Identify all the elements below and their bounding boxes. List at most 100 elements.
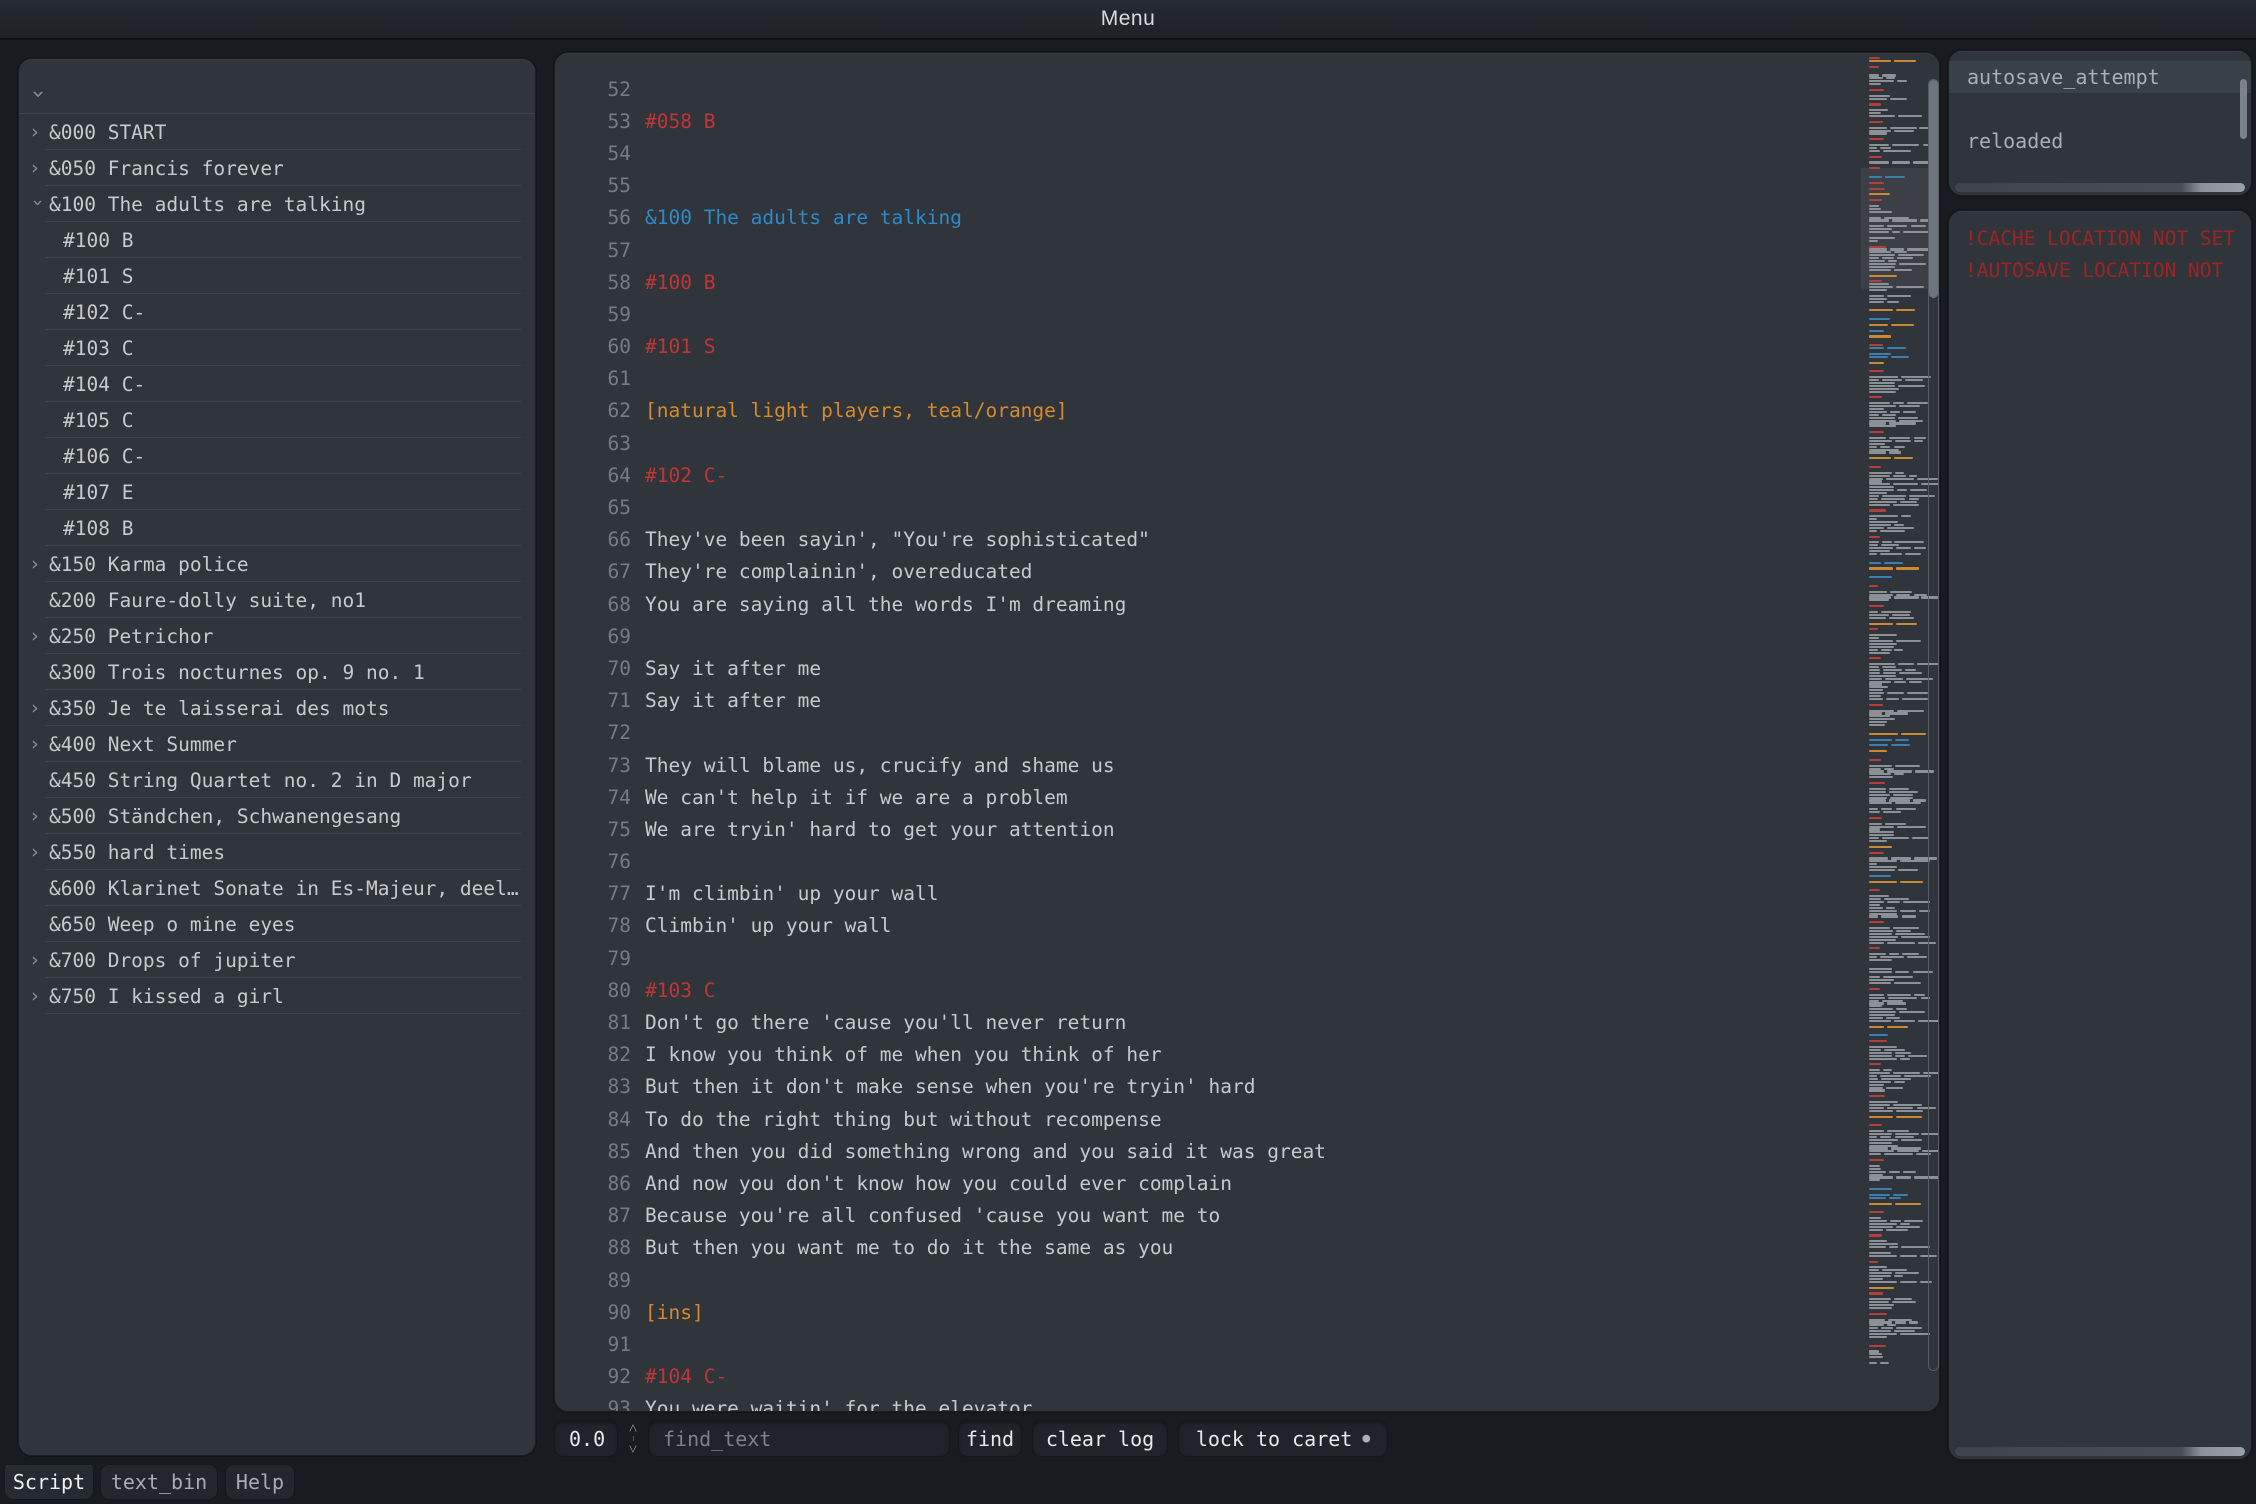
editor-line[interactable]: 76 [555,846,1939,878]
tree-item[interactable]: #100 B [19,222,535,258]
editor-line[interactable]: 60#101 S [555,331,1939,363]
editor-line[interactable]: 88But then you want me to do it the same… [555,1232,1939,1264]
clear-log-button[interactable]: clear log [1032,1420,1168,1457]
chevron-right-icon[interactable]: › [29,157,47,179]
editor-line[interactable]: 65 [555,491,1939,523]
log-line[interactable]: autosave_attempt [1949,61,2251,93]
editor-line[interactable]: 80#103 C [555,974,1939,1006]
stepper-up-icon[interactable]: ˄ [629,1421,637,1435]
tab-text-bin[interactable]: text_bin [100,1464,218,1500]
editor-line[interactable]: 84To do the right thing but without reco… [555,1103,1939,1135]
tree-item[interactable]: #106 C- [19,438,535,474]
script-editor-panel[interactable]: 5253#058 B545556&100 The adults are talk… [554,52,1940,1412]
editor-line[interactable]: 59 [555,298,1939,330]
editor-line[interactable]: 63 [555,427,1939,459]
tree-item[interactable]: #103 C [19,330,535,366]
editor-line[interactable]: 69 [555,620,1939,652]
chevron-down-icon[interactable]: › [27,87,49,100]
chevron-right-icon[interactable]: › [29,733,47,755]
editor-line[interactable]: 73They will blame us, crucify and shame … [555,749,1939,781]
tree-item[interactable]: ›&050 Francis forever [19,150,535,186]
stepper-down-icon[interactable]: ˅ [629,1442,637,1456]
tab-script[interactable]: Script [4,1464,94,1500]
chevron-right-icon[interactable]: › [29,553,47,575]
editor-line[interactable]: 66They've been sayin', "You're sophistic… [555,524,1939,556]
tree-item[interactable]: ›&400 Next Summer [19,726,535,762]
editor-line[interactable]: 79 [555,942,1939,974]
tree-item[interactable]: ›&500 Ständchen, Schwanengesang [19,798,535,834]
chevron-right-icon[interactable]: › [29,697,47,719]
editor-line[interactable]: 93You were waitin' for the elevator [555,1393,1939,1412]
editor-line[interactable]: 68You are saying all the words I'm dream… [555,588,1939,620]
tree-item[interactable]: &450 String Quartet no. 2 in D major [19,762,535,798]
editor-line[interactable]: 71Say it after me [555,685,1939,717]
find-button[interactable]: find [958,1420,1022,1457]
editor-line[interactable]: 52 [555,73,1939,105]
tree-item[interactable]: #105 C [19,402,535,438]
editor-line[interactable]: 86And now you don't know how you could e… [555,1167,1939,1199]
editor-line[interactable]: 67They're complainin', overeducated [555,556,1939,588]
number-stepper[interactable]: ˄ ˅ [621,1420,645,1457]
editor-line[interactable]: 77I'm climbin' up your wall [555,878,1939,910]
editor-line[interactable]: 75We are tryin' hard to get your attenti… [555,813,1939,845]
editor-line[interactable]: 70Say it after me [555,652,1939,684]
editor-line[interactable]: 55 [555,170,1939,202]
tree-item[interactable]: #107 E [19,474,535,510]
editor-line[interactable]: 90[ins] [555,1296,1939,1328]
editor-scrollbar[interactable] [1928,79,1939,1371]
editor-line[interactable]: 83But then it don't make sense when you'… [555,1071,1939,1103]
editor-line[interactable]: 56&100 The adults are talking [555,202,1939,234]
editor-line[interactable]: 92#104 C- [555,1361,1939,1393]
chevron-right-icon[interactable]: › [29,625,47,647]
log-line[interactable]: reloaded [1949,125,2251,157]
editor-line[interactable]: 58#100 B [555,266,1939,298]
chevron-right-icon[interactable]: › [29,949,47,971]
editor-line[interactable]: 91 [555,1328,1939,1360]
editor-line[interactable]: 57 [555,234,1939,266]
editor-line[interactable]: 74We can't help it if we are a problem [555,781,1939,813]
number-stepper-value[interactable]: 0.0 [554,1420,618,1457]
editor-line[interactable]: 82I know you think of me when you think … [555,1039,1939,1071]
warning-horizontal-scrollbar[interactable] [1955,1447,2245,1456]
log-line[interactable] [1949,93,2251,125]
editor-line[interactable]: 85And then you did something wrong and y… [555,1135,1939,1167]
editor-line[interactable]: 62[natural light players, teal/orange] [555,395,1939,427]
tree-item[interactable]: ›&550 hard times [19,834,535,870]
chevron-down-icon[interactable]: › [27,197,49,215]
scrollbar-thumb[interactable] [1929,80,1938,298]
log-horizontal-scrollbar[interactable] [1955,183,2245,192]
editor-line[interactable]: 81Don't go there 'cause you'll never ret… [555,1006,1939,1038]
tree-item[interactable]: #102 C- [19,294,535,330]
chevron-right-icon[interactable]: › [29,985,47,1007]
editor-line[interactable]: 89 [555,1264,1939,1296]
tree-item[interactable]: ›&100 The adults are talking [19,186,535,222]
tree-item[interactable]: ›&750 I kissed a girl [19,978,535,1014]
log-vertical-scrollbar[interactable] [2240,79,2247,139]
minimap[interactable] [1867,53,1931,1411]
tree-item[interactable]: #101 S [19,258,535,294]
lock-to-caret-button[interactable]: lock to caret ● [1178,1420,1388,1457]
tree-item[interactable]: &600 Klarinet Sonate in Es-Majeur, deel… [19,870,535,906]
tree-item[interactable]: &200 Faure-dolly suite, no1 [19,582,535,618]
tab-help[interactable]: Help [225,1464,295,1500]
tree-item[interactable]: ›&700 Drops of jupiter [19,942,535,978]
editor-line[interactable]: 87Because you're all confused 'cause you… [555,1200,1939,1232]
editor-line[interactable]: 72 [555,717,1939,749]
find-input[interactable]: find_text [648,1420,950,1457]
editor-line[interactable]: 78Climbin' up your wall [555,910,1939,942]
chevron-right-icon[interactable]: › [29,121,47,143]
editor-line[interactable]: 64#102 C- [555,459,1939,491]
tree-item[interactable]: ›&250 Petrichor [19,618,535,654]
chevron-right-icon[interactable]: › [29,841,47,863]
menu-bar[interactable]: Menu [0,0,2256,40]
editor-line[interactable]: 61 [555,363,1939,395]
tree-item[interactable]: #108 B [19,510,535,546]
tree-item[interactable]: ›&150 Karma police [19,546,535,582]
tree-item[interactable]: ›&000 START [19,114,535,150]
editor-line[interactable]: 53#058 B [555,105,1939,137]
tree-item[interactable]: ›&350 Je te laisserai des mots [19,690,535,726]
tree-item[interactable]: &650 Weep o mine eyes [19,906,535,942]
chevron-right-icon[interactable]: › [29,805,47,827]
editor-lines[interactable]: 5253#058 B545556&100 The adults are talk… [555,73,1939,1412]
tree-item[interactable]: #104 C- [19,366,535,402]
